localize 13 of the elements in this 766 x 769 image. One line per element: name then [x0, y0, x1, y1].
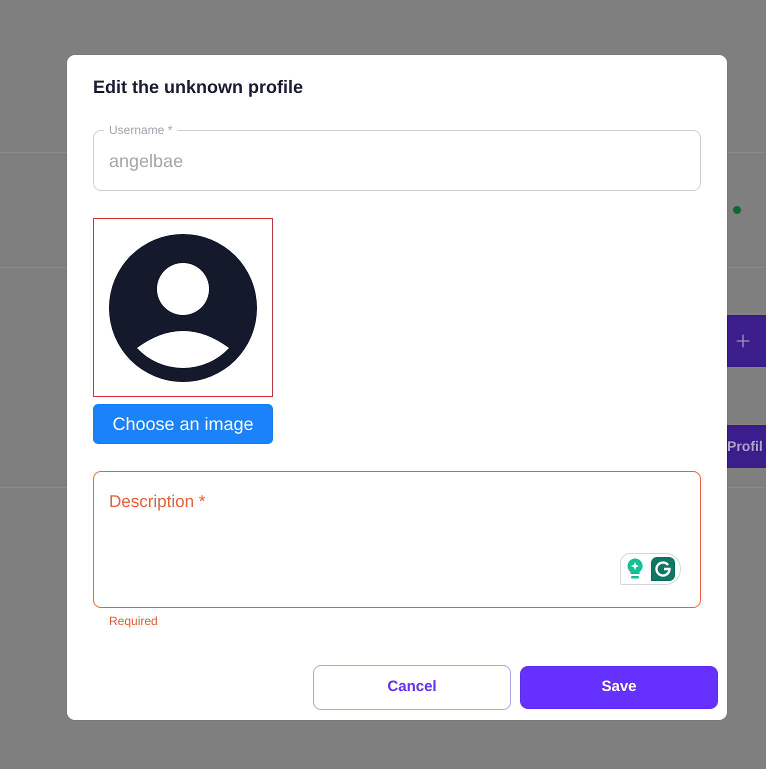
writing-assistant-widget[interactable] — [620, 553, 681, 585]
description-field[interactable]: Description * — [93, 471, 701, 608]
description-label: Description * — [109, 491, 206, 513]
lightbulb-icon — [627, 558, 643, 580]
choose-image-button[interactable]: Choose an image — [93, 404, 273, 444]
cancel-button[interactable]: Cancel — [313, 665, 511, 710]
required-error-text: Required — [109, 613, 158, 629]
g-logo-icon — [651, 557, 675, 581]
avatar-silhouette-icon — [109, 234, 257, 382]
save-button[interactable]: Save — [520, 666, 718, 709]
dialog-title: Edit the unknown profile — [93, 76, 303, 99]
username-label: Username * — [104, 124, 178, 137]
profile-button[interactable]: Profil — [727, 425, 766, 468]
